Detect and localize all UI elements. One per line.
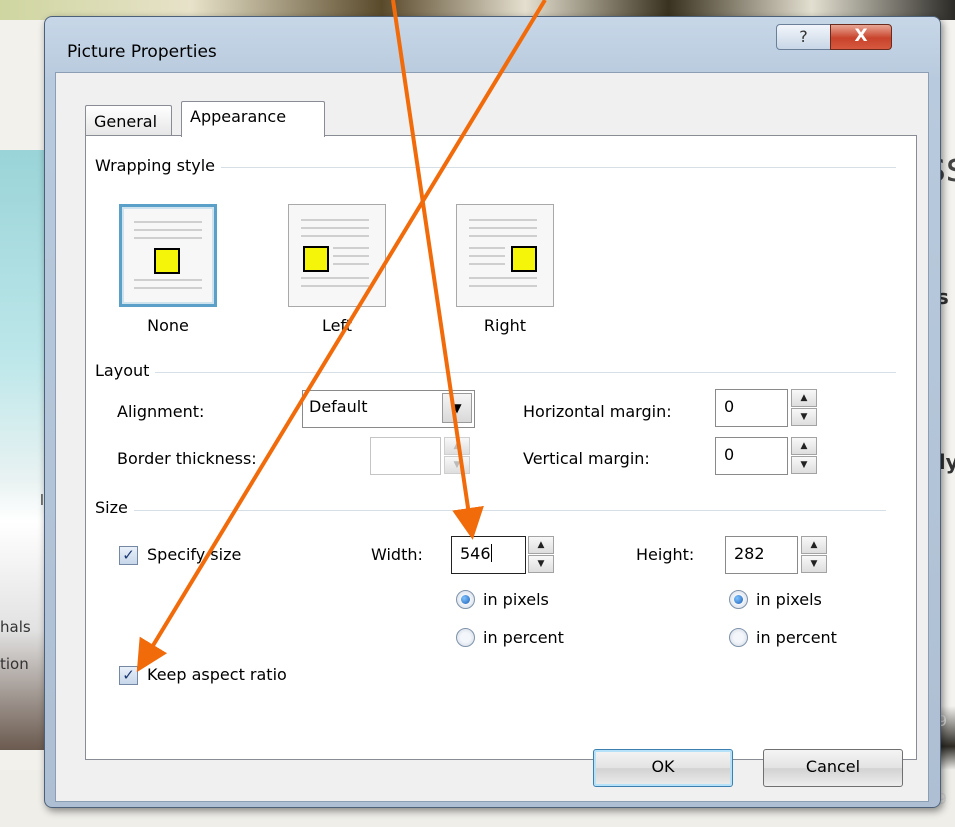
border-thickness-spinner[interactable]: ▲ ▼ (444, 437, 470, 475)
wrap-option-right[interactable] (456, 204, 554, 307)
vertical-margin-input[interactable]: 0 (715, 437, 788, 475)
group-divider (106, 372, 896, 373)
specify-size-checkbox[interactable]: ✓ (119, 546, 138, 565)
width-in-pixels-label: in pixels (483, 590, 549, 609)
horizontal-margin-label: Horizontal margin: (523, 402, 672, 421)
height-spinner[interactable]: ▲ ▼ (801, 536, 827, 574)
width-in-percent-radio[interactable] (456, 628, 475, 647)
vertical-margin-spinner[interactable]: ▲ ▼ (791, 437, 817, 475)
width-value: 546 (460, 544, 491, 563)
group-divider (106, 167, 896, 168)
group-divider (96, 510, 886, 511)
background-text: hals (0, 618, 31, 636)
border-thickness-input[interactable] (370, 437, 441, 475)
height-in-pixels-radio[interactable] (729, 590, 748, 609)
keep-aspect-ratio-checkbox[interactable]: ✓ (119, 666, 138, 685)
width-spinner[interactable]: ▲ ▼ (528, 536, 554, 574)
width-input[interactable]: 546 (451, 536, 526, 574)
horizontal-margin-input[interactable]: 0 (715, 389, 788, 427)
spin-down-icon[interactable]: ▼ (791, 456, 817, 474)
height-label: Height: (636, 545, 695, 564)
wrap-right-icon (465, 213, 541, 296)
wrap-option-left[interactable] (288, 204, 386, 307)
keep-aspect-ratio-label: Keep aspect ratio (147, 665, 287, 684)
alignment-label: Alignment: (117, 402, 205, 421)
vertical-margin-label: Vertical margin: (523, 449, 650, 468)
spin-up-icon[interactable]: ▲ (801, 536, 827, 554)
wrapping-style-header: Wrapping style (95, 156, 221, 175)
wrap-left-label: Left (321, 316, 353, 335)
alignment-select[interactable]: Default ▼ (302, 390, 475, 428)
dialog-title: Picture Properties (67, 42, 217, 62)
width-in-percent-label: in percent (483, 628, 564, 647)
spin-down-icon[interactable]: ▼ (791, 408, 817, 426)
wrap-left-icon (297, 213, 373, 296)
cancel-button[interactable]: Cancel (763, 749, 903, 787)
ok-button[interactable]: OK (593, 749, 733, 787)
wrap-right-label: Right (483, 316, 527, 335)
width-label: Width: (371, 545, 423, 564)
spin-up-icon[interactable]: ▲ (444, 437, 470, 455)
alignment-value: Default (309, 397, 368, 416)
wrap-none-icon (130, 215, 206, 298)
size-header: Size (95, 498, 134, 517)
help-button[interactable]: ? (776, 24, 831, 50)
height-in-percent-radio[interactable] (729, 628, 748, 647)
wrap-none-label: None (147, 316, 189, 335)
tab-appearance[interactable]: Appearance (181, 101, 325, 137)
height-input[interactable]: 282 (725, 536, 798, 574)
specify-size-label: Specify size (147, 545, 242, 564)
height-in-pixels-label: in pixels (756, 590, 822, 609)
spin-up-icon[interactable]: ▲ (528, 536, 554, 554)
chevron-down-icon[interactable]: ▼ (442, 393, 472, 423)
tab-general[interactable]: General (85, 105, 172, 135)
height-in-percent-label: in percent (756, 628, 837, 647)
background-text: tion (0, 655, 29, 673)
spin-down-icon[interactable]: ▼ (444, 456, 470, 474)
spin-up-icon[interactable]: ▲ (791, 389, 817, 407)
spin-down-icon[interactable]: ▼ (528, 555, 554, 573)
border-thickness-label: Border thickness: (117, 449, 257, 468)
horizontal-margin-spinner[interactable]: ▲ ▼ (791, 389, 817, 427)
spin-down-icon[interactable]: ▼ (801, 555, 827, 573)
close-button[interactable]: X (830, 24, 892, 50)
text-caret (490, 544, 492, 562)
layout-header: Layout (95, 361, 156, 380)
wrap-option-none[interactable] (119, 204, 217, 307)
spin-up-icon[interactable]: ▲ (791, 437, 817, 455)
width-in-pixels-radio[interactable] (456, 590, 475, 609)
